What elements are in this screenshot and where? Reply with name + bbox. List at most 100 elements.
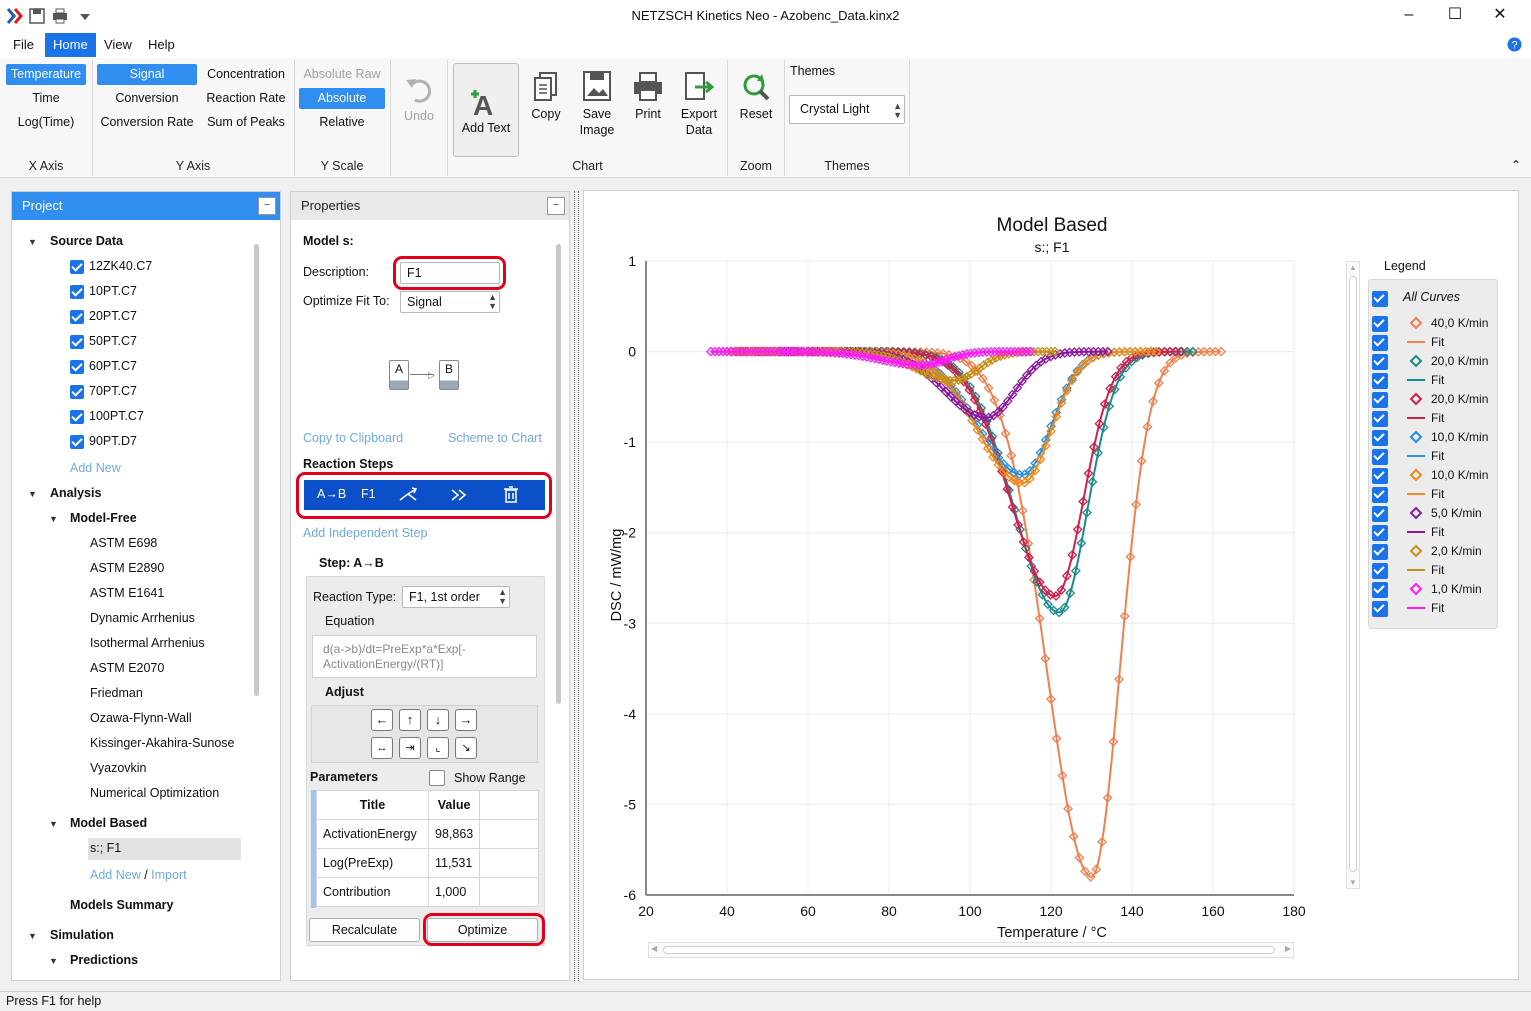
tree-model-free[interactable]: Model-Free (70, 508, 137, 528)
properties-scrollbar[interactable] (556, 244, 561, 704)
legend-checkbox[interactable] (1372, 601, 1388, 617)
tree-predictions[interactable]: Predictions (70, 950, 138, 970)
checkbox-file-1[interactable] (70, 260, 84, 274)
reaction-type-select[interactable]: F1, 1st order ▲ ▼ (402, 586, 510, 608)
tree-simulation[interactable]: Simulation (50, 925, 114, 945)
save-image-button[interactable]: Save Image (574, 70, 620, 138)
legend-scrollbar[interactable]: ▲ ▼ (1346, 261, 1360, 889)
tree-mf-10[interactable]: Vyazovkin (90, 758, 147, 778)
legend-entry[interactable]: 10,0 K/min (1369, 466, 1497, 485)
tree-analysis[interactable]: Analysis (50, 483, 101, 503)
legend-entry[interactable]: Fit (1369, 447, 1497, 466)
y-conversion-button[interactable]: Conversion (97, 88, 197, 109)
tail-left-icon[interactable]: ⌞ (427, 737, 449, 759)
v-scroll-thumb[interactable] (1349, 276, 1357, 872)
reset-zoom-button[interactable]: Reset (733, 70, 779, 122)
show-range-checkbox[interactable] (429, 770, 445, 786)
properties-pin-icon[interactable]: − (547, 197, 565, 215)
param-value[interactable]: 1,000 (427, 877, 481, 907)
legend-entry[interactable]: 20,0 K/min (1369, 352, 1497, 371)
tree-file-8[interactable]: 90PT.D7 (89, 431, 137, 451)
legend-entry[interactable]: Fit (1369, 409, 1497, 428)
checkbox-file-7[interactable] (70, 410, 84, 424)
tree-file-6[interactable]: 70PT.C7 (89, 381, 137, 401)
legend-entry[interactable]: Fit (1369, 561, 1497, 580)
tree-mf-11[interactable]: Numerical Optimization (90, 783, 219, 803)
menu-home[interactable]: Home (45, 33, 96, 57)
yscale-relative-button[interactable]: Relative (299, 112, 385, 133)
export-data-button[interactable]: Export Data (676, 70, 722, 138)
legend-checkbox[interactable] (1372, 430, 1388, 446)
tree-mf-7[interactable]: Friedman (90, 683, 143, 703)
checkbox-file-4[interactable] (70, 335, 84, 349)
tree-model-s-f1[interactable]: s:; F1 (90, 838, 121, 858)
collapse-triangle-icon[interactable]: ▼ (49, 514, 58, 524)
help-icon[interactable]: ? (1507, 37, 1522, 52)
add-new-model-link[interactable]: Add New (90, 868, 141, 882)
tree-mf-6[interactable]: ASTM E2070 (90, 658, 164, 678)
recalculate-button[interactable]: Recalculate (309, 918, 420, 942)
legend-checkbox[interactable] (1372, 316, 1388, 332)
y-conversion-rate-button[interactable]: Conversion Rate (97, 112, 197, 133)
scroll-down-icon[interactable]: ▼ (1349, 878, 1357, 887)
legend-checkbox[interactable] (1372, 582, 1388, 598)
legend-entry[interactable]: Fit (1369, 485, 1497, 504)
legend-checkbox[interactable] (1372, 411, 1388, 427)
collapse-ribbon-icon[interactable]: ⌃ (1511, 158, 1521, 172)
undo-button[interactable]: Undo (396, 74, 442, 124)
tree-file-1[interactable]: 12ZK40.C7 (89, 256, 152, 276)
compress-icon[interactable]: ⇥ (399, 737, 421, 759)
legend-checkbox[interactable] (1372, 487, 1388, 503)
shift-right-icon[interactable]: → (455, 709, 477, 731)
h-scroll-thumb[interactable] (663, 946, 1275, 954)
menu-view[interactable]: View (96, 33, 140, 57)
collapse-triangle-icon[interactable]: ▼ (28, 489, 37, 499)
project-scrollbar[interactable] (254, 244, 259, 696)
project-pin-icon[interactable]: − (258, 197, 276, 215)
tree-mf-1[interactable]: ASTM E698 (90, 533, 157, 553)
panel-splitter[interactable] (574, 191, 579, 981)
collapse-triangle-icon[interactable]: ▼ (28, 931, 37, 941)
tree-mf-8[interactable]: Ozawa-Flynn-Wall (90, 708, 192, 728)
checkbox-file-8[interactable] (70, 435, 84, 449)
collapse-triangle-icon[interactable]: ▼ (28, 237, 37, 247)
legend-entry[interactable]: 10,0 K/min (1369, 428, 1497, 447)
scheme-to-chart-link[interactable]: Scheme to Chart (448, 431, 542, 445)
tree-file-5[interactable]: 60PT.C7 (89, 356, 137, 376)
tree-model-based[interactable]: Model Based (70, 813, 147, 833)
x-temperature-button[interactable]: Temperature (6, 64, 86, 85)
scroll-right-icon[interactable]: ▶ (1285, 944, 1291, 953)
yscale-absolute-raw-button[interactable]: Absolute Raw (299, 64, 385, 85)
legend-entry[interactable]: 1,0 K/min (1369, 580, 1497, 599)
legend-checkbox[interactable] (1372, 506, 1388, 522)
tree-file-7[interactable]: 100PT.C7 (89, 406, 144, 426)
chart-h-scrollbar[interactable]: ◀ ▶ (648, 942, 1294, 958)
legend-checkbox[interactable] (1372, 392, 1388, 408)
themes-select[interactable]: Crystal Light ▲ ▼ (789, 95, 905, 124)
copy-clipboard-link[interactable]: Copy to Clipboard (303, 431, 403, 445)
close-icon[interactable]: ✕ (1477, 0, 1523, 32)
legend-entry[interactable]: 20,0 K/min (1369, 390, 1497, 409)
shift-left-icon[interactable]: ← (371, 709, 393, 731)
y-sum-of-peaks-button[interactable]: Sum of Peaks (200, 112, 292, 133)
add-text-button[interactable]: A Add Text (453, 63, 519, 157)
scroll-left-icon[interactable]: ◀ (651, 944, 657, 953)
legend-entry[interactable]: 2,0 K/min (1369, 542, 1497, 561)
optimize-fit-select[interactable]: Signal ▲ ▼ (400, 291, 500, 313)
legend-checkbox[interactable] (1372, 563, 1388, 579)
legend-checkbox[interactable] (1372, 544, 1388, 560)
y-concentration-button[interactable]: Concentration (200, 64, 292, 85)
yscale-absolute-button[interactable]: Absolute (299, 88, 385, 109)
menu-file[interactable]: File (5, 33, 42, 57)
all-curves-checkbox[interactable] (1372, 291, 1388, 307)
legend-checkbox[interactable] (1372, 468, 1388, 484)
legend-entry[interactable]: 5,0 K/min (1369, 504, 1497, 523)
legend-entry[interactable]: Fit (1369, 599, 1497, 618)
legend-checkbox[interactable] (1372, 525, 1388, 541)
checkbox-file-5[interactable] (70, 360, 84, 374)
menu-help[interactable]: Help (140, 33, 183, 57)
legend-checkbox[interactable] (1372, 373, 1388, 389)
tree-mf-2[interactable]: ASTM E2890 (90, 558, 164, 578)
stretch-icon[interactable]: ↔ (371, 737, 393, 759)
x-time-button[interactable]: Time (6, 88, 86, 109)
